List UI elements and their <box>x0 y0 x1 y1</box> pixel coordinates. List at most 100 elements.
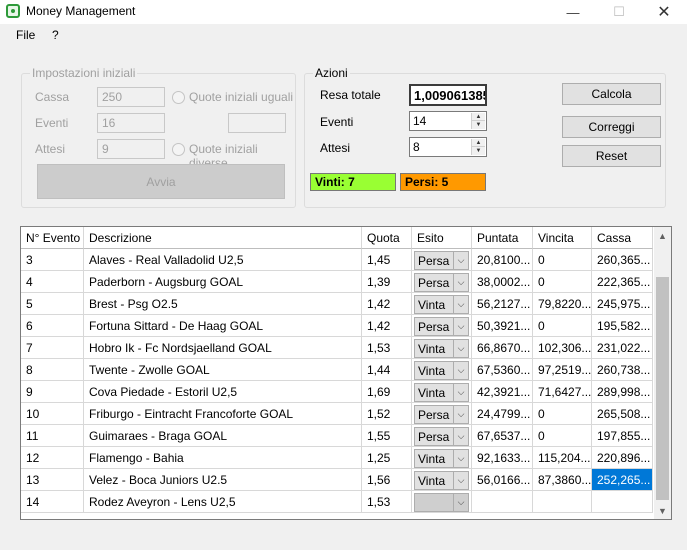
chevron-down-icon[interactable]: ⌵ <box>453 318 468 335</box>
cell-n-evento[interactable]: 13 <box>21 469 84 491</box>
cell-descrizione[interactable]: Paderborn - Augsburg GOAL <box>84 271 362 293</box>
header-puntata[interactable]: Puntata <box>472 227 533 249</box>
cell-quota[interactable]: 1,42 <box>362 315 412 337</box>
cell-cassa[interactable]: 260,365... <box>592 249 653 271</box>
cell-puntata[interactable] <box>472 491 533 513</box>
cell-n-evento[interactable]: 10 <box>21 403 84 425</box>
cell-quota[interactable]: 1,39 <box>362 271 412 293</box>
cell-vincita[interactable]: 0 <box>533 271 592 293</box>
cell-n-evento[interactable]: 11 <box>21 425 84 447</box>
cell-cassa[interactable]: 195,582... <box>592 315 653 337</box>
cell-puntata[interactable]: 20,8100... <box>472 249 533 271</box>
quota-field-init[interactable] <box>228 113 286 133</box>
eventi-spinner-buttons[interactable]: ▲ ▼ <box>471 113 485 129</box>
table-row[interactable]: 10 Friburgo - Eintracht Francoforte GOAL 1… <box>21 403 653 425</box>
cell-n-evento[interactable]: 8 <box>21 359 84 381</box>
cell-cassa[interactable]: 252,265... <box>592 469 653 491</box>
cell-quota[interactable]: 1,25 <box>362 447 412 469</box>
correggi-button[interactable]: Correggi <box>562 116 661 138</box>
cell-esito[interactable]: Vinta ⌵ <box>412 381 472 403</box>
cell-cassa[interactable] <box>592 491 653 513</box>
cell-puntata[interactable]: 66,8670... <box>472 337 533 359</box>
table-row[interactable]: 7 Hobro Ik - Fc Nordsjaelland GOAL 1,53 Vin… <box>21 337 653 359</box>
cell-puntata[interactable]: 67,5360... <box>472 359 533 381</box>
cell-cassa[interactable]: 260,738... <box>592 359 653 381</box>
cell-quota[interactable]: 1,53 <box>362 337 412 359</box>
esito-dropdown[interactable]: ⌵ <box>414 493 469 512</box>
cell-esito[interactable]: Persa ⌵ <box>412 425 472 447</box>
cell-puntata[interactable]: 92,1633... <box>472 447 533 469</box>
header-n-evento[interactable]: N° Evento <box>21 227 84 249</box>
chevron-down-icon[interactable]: ⌵ <box>453 428 468 445</box>
header-vincita[interactable]: Vincita <box>533 227 592 249</box>
cell-descrizione[interactable]: Flamengo - Bahia <box>84 447 362 469</box>
cell-quota[interactable]: 1,42 <box>362 293 412 315</box>
header-cassa[interactable]: Cassa <box>592 227 653 249</box>
chevron-down-icon[interactable]: ⌵ <box>453 296 468 313</box>
calcola-button[interactable]: Calcola <box>562 83 661 105</box>
eventi-spinner[interactable]: 14 ▲ ▼ <box>409 111 487 131</box>
cell-quota[interactable]: 1,44 <box>362 359 412 381</box>
cell-descrizione[interactable]: Alaves - Real Valladolid U2,5 <box>84 249 362 271</box>
cell-esito[interactable]: Vinta ⌵ <box>412 447 472 469</box>
menu-file[interactable]: File <box>16 28 35 42</box>
table-row[interactable]: 5 Brest - Psg O2.5 1,42 Vinta ⌵ 56,2127... 79,… <box>21 293 653 315</box>
cell-puntata[interactable]: 67,6537... <box>472 425 533 447</box>
cell-n-evento[interactable]: 9 <box>21 381 84 403</box>
cell-vincita[interactable]: 97,2519... <box>533 359 592 381</box>
cell-descrizione[interactable]: Velez - Boca Juniors U2.5 <box>84 469 362 491</box>
cell-puntata[interactable]: 42,3921... <box>472 381 533 403</box>
attesi-spinner[interactable]: 8 ▲ ▼ <box>409 137 487 157</box>
cell-vincita[interactable]: 0 <box>533 315 592 337</box>
avvia-button[interactable]: Avvia <box>37 164 285 199</box>
cell-n-evento[interactable]: 6 <box>21 315 84 337</box>
cell-vincita[interactable]: 0 <box>533 249 592 271</box>
cell-esito[interactable]: Persa ⌵ <box>412 403 472 425</box>
esito-dropdown[interactable]: Vinta ⌵ <box>414 361 469 380</box>
cell-cassa[interactable]: 265,508... <box>592 403 653 425</box>
menu-help[interactable]: ? <box>52 28 59 42</box>
cell-quota[interactable]: 1,45 <box>362 249 412 271</box>
cell-puntata[interactable]: 56,0166... <box>472 469 533 491</box>
cell-cassa[interactable]: 245,975... <box>592 293 653 315</box>
cell-descrizione[interactable]: Hobro Ik - Fc Nordsjaelland GOAL <box>84 337 362 359</box>
scroll-up-icon[interactable]: ▲ <box>654 227 671 244</box>
cell-vincita[interactable] <box>533 491 592 513</box>
cell-puntata[interactable]: 50,3921... <box>472 315 533 337</box>
cell-esito[interactable]: Vinta ⌵ <box>412 359 472 381</box>
table-row[interactable]: 8 Twente - Zwolle GOAL 1,44 Vinta ⌵ 67,5360..… <box>21 359 653 381</box>
cell-quota[interactable]: 1,69 <box>362 381 412 403</box>
cell-n-evento[interactable]: 12 <box>21 447 84 469</box>
cell-esito[interactable]: Persa ⌵ <box>412 271 472 293</box>
cell-quota[interactable]: 1,53 <box>362 491 412 513</box>
cell-n-evento[interactable]: 3 <box>21 249 84 271</box>
esito-dropdown[interactable]: Vinta ⌵ <box>414 295 469 314</box>
cell-vincita[interactable]: 102,306... <box>533 337 592 359</box>
cell-esito[interactable]: Vinta ⌵ <box>412 293 472 315</box>
chevron-down-icon[interactable]: ⌵ <box>453 384 468 401</box>
chevron-down-icon[interactable]: ⌵ <box>453 450 468 467</box>
attesi-spinner-buttons[interactable]: ▲ ▼ <box>471 139 485 155</box>
cell-vincita[interactable]: 0 <box>533 403 592 425</box>
cell-descrizione[interactable]: Fortuna Sittard - De Haag GOAL <box>84 315 362 337</box>
cell-quota[interactable]: 1,52 <box>362 403 412 425</box>
cell-esito[interactable]: Persa ⌵ <box>412 315 472 337</box>
esito-dropdown[interactable]: Vinta ⌵ <box>414 339 469 358</box>
grid-scrollbar[interactable]: ▲ ▼ <box>654 227 671 519</box>
table-row[interactable]: 12 Flamengo - Bahia 1,25 Vinta ⌵ 92,1633... 11… <box>21 447 653 469</box>
table-row[interactable]: 3 Alaves - Real Valladolid U2,5 1,45 Persa ⌵… <box>21 249 653 271</box>
cell-n-evento[interactable]: 14 <box>21 491 84 513</box>
esito-dropdown[interactable]: Persa ⌵ <box>414 251 469 270</box>
cell-esito[interactable]: Persa ⌵ <box>412 249 472 271</box>
cell-cassa[interactable]: 222,365... <box>592 271 653 293</box>
cell-vincita[interactable]: 0 <box>533 425 592 447</box>
cell-puntata[interactable]: 56,2127... <box>472 293 533 315</box>
chevron-down-icon[interactable]: ⌵ <box>453 274 468 291</box>
cell-esito[interactable]: Vinta ⌵ <box>412 337 472 359</box>
esito-dropdown[interactable]: Vinta ⌵ <box>414 471 469 490</box>
cell-vincita[interactable]: 79,8220... <box>533 293 592 315</box>
esito-dropdown[interactable]: Persa ⌵ <box>414 427 469 446</box>
scroll-down-icon[interactable]: ▼ <box>654 502 671 519</box>
cell-cassa[interactable]: 289,998... <box>592 381 653 403</box>
cell-esito[interactable]: ⌵ <box>412 491 472 513</box>
